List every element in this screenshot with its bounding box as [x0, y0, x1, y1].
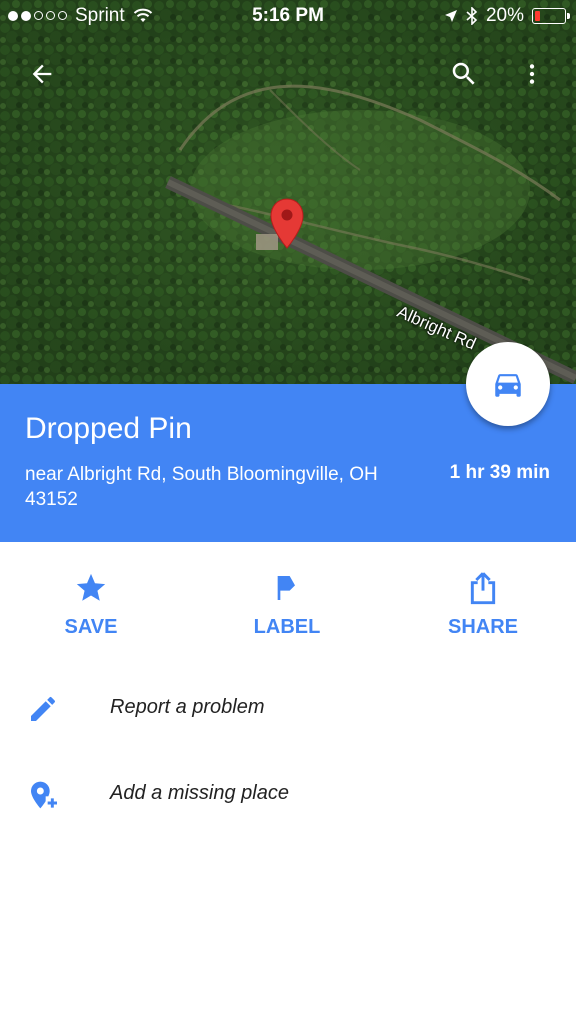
status-bar: Sprint 5:16 PM 20%: [0, 0, 576, 32]
place-address: near Albright Rd, South Bloomingville, O…: [25, 464, 378, 510]
star-icon: [76, 573, 106, 601]
save-label: SAVE: [64, 616, 118, 638]
bluetooth-icon: [466, 7, 478, 25]
map-pin-icon[interactable]: [270, 198, 304, 250]
add-place-icon: [31, 781, 59, 810]
pencil-icon: [31, 696, 56, 721]
search-icon: [452, 62, 475, 85]
travel-time: 1 hr 39 min: [449, 462, 550, 483]
battery-level: [535, 11, 540, 21]
report-problem-label: Report a problem: [110, 696, 265, 718]
map-view[interactable]: Albright Rd: [0, 0, 576, 384]
save-button[interactable]: SAVE: [21, 560, 161, 650]
share-icon: [470, 572, 496, 605]
battery-icon: [532, 8, 570, 24]
add-missing-place-label: Add a missing place: [110, 782, 289, 804]
label-label: LABEL: [253, 616, 321, 638]
flag-icon: [277, 576, 295, 600]
back-button[interactable]: [22, 54, 62, 94]
directions-button[interactable]: [466, 342, 550, 426]
report-problem-item[interactable]: Report a problem: [0, 678, 576, 738]
status-right: 20%: [444, 5, 570, 27]
more-options-button[interactable]: [512, 54, 552, 94]
add-missing-place-item[interactable]: Add a missing place: [0, 764, 576, 824]
car-icon: [495, 374, 521, 397]
battery-percent: 20%: [485, 5, 524, 26]
location-arrow-icon: [444, 10, 457, 22]
label-button[interactable]: LABEL: [217, 560, 357, 650]
share-button[interactable]: SHARE: [413, 560, 553, 650]
arrow-left-icon: [32, 64, 52, 84]
search-button[interactable]: [444, 54, 484, 94]
more-vert-icon: [529, 64, 535, 84]
place-title: Dropped Pin: [25, 412, 192, 445]
satellite-imagery: [0, 0, 576, 384]
action-bar: SAVE LABEL SHARE: [0, 560, 576, 650]
share-label: SHARE: [447, 616, 518, 638]
